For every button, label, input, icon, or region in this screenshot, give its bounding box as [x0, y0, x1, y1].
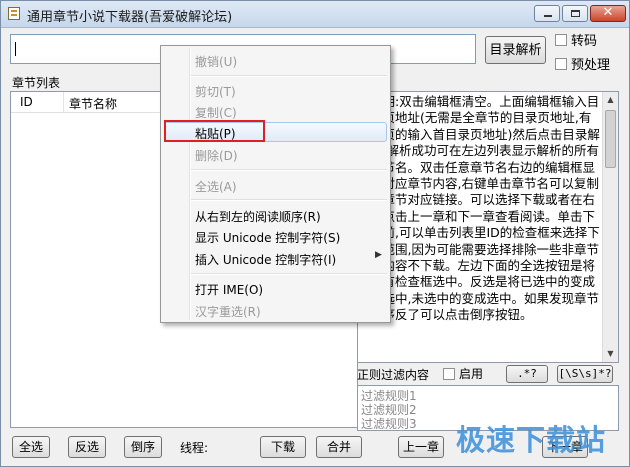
- menu-item-undo[interactable]: 撤销(U): [195, 53, 237, 70]
- menu-item-select-all[interactable]: 全选(A): [195, 178, 237, 195]
- scroll-thumb[interactable]: [605, 110, 616, 168]
- menu-item-open-ime[interactable]: 打开 IME(O): [195, 281, 263, 298]
- enable-filter-label: 启用: [459, 367, 484, 381]
- threads-label: 线程:: [180, 441, 209, 455]
- transcode-label: 转码: [571, 34, 598, 49]
- enable-filter-checkbox[interactable]: 启用: [443, 365, 483, 382]
- menu-separator: [191, 273, 387, 275]
- scroll-up-icon[interactable]: ▲: [603, 92, 618, 108]
- preprocess-label: 预处理: [571, 58, 611, 73]
- close-button[interactable]: ✕: [590, 5, 626, 22]
- prev-chapter-button[interactable]: 上一章: [398, 436, 444, 458]
- maximize-icon: [571, 10, 580, 17]
- regex-filter-label: 正则过滤内容: [357, 368, 430, 382]
- window-title: 通用章节小说下载器(吾爱破解论坛): [27, 10, 233, 25]
- site-watermark: 极速下载站: [456, 423, 607, 457]
- menu-item-cut[interactable]: 剪切(T): [195, 83, 236, 100]
- menu-icon-strip: [189, 48, 191, 320]
- menu-item-copy[interactable]: 复制(C): [195, 104, 237, 121]
- enable-filter-checkbox-box[interactable]: [443, 367, 455, 380]
- close-icon: ✕: [602, 5, 614, 20]
- scroll-down-icon[interactable]: ▼: [603, 346, 618, 362]
- title-bar[interactable]: 通用章节小说下载器(吾爱破解论坛) ✕: [1, 1, 629, 28]
- merge-button[interactable]: 合并: [316, 436, 362, 458]
- transcode-checkbox[interactable]: 转码: [555, 30, 597, 49]
- menu-separator: [191, 75, 387, 77]
- regex-space-button[interactable]: [\S\s]*?: [557, 365, 613, 383]
- minimize-icon: [544, 15, 552, 17]
- download-button[interactable]: 下载: [260, 436, 306, 458]
- minimize-button[interactable]: [534, 5, 560, 22]
- column-separator[interactable]: [63, 92, 64, 112]
- help-text: 说明:双击编辑框清空。上面编辑框输入目录页地址(无需是全章节的目录页地址,有翻页…: [370, 94, 600, 323]
- maximize-button[interactable]: [562, 5, 588, 22]
- regex-any-button[interactable]: .*?: [506, 365, 548, 383]
- menu-item-rtl-reading-order[interactable]: 从右到左的阅读顺序(R): [195, 208, 321, 225]
- menu-separator: [191, 169, 387, 171]
- text-caret: [15, 42, 16, 56]
- column-header-chapter-name[interactable]: 章节名称: [69, 95, 117, 112]
- app-window: 通用章节小说下载器(吾爱破解论坛) ✕ 目录解析 转码 预处理 章节列表 ID …: [0, 0, 630, 467]
- content-textbox[interactable]: 说明:双击编辑框清空。上面编辑框输入目录页地址(无需是全章节的目录页地址,有翻页…: [357, 91, 619, 363]
- preprocess-checkbox[interactable]: 预处理: [555, 54, 610, 73]
- paste-annotation-frame: [164, 120, 265, 142]
- parse-catalog-button[interactable]: 目录解析: [485, 36, 546, 64]
- preprocess-checkbox-box[interactable]: [555, 57, 567, 70]
- chapter-list-label: 章节列表: [12, 76, 61, 90]
- menu-item-show-unicode-control[interactable]: 显示 Unicode 控制字符(S): [195, 229, 340, 246]
- menu-item-insert-unicode-control[interactable]: 插入 Unicode 控制字符(I): [195, 251, 336, 268]
- menu-separator: [191, 199, 387, 201]
- filter-rule-3: 过滤规则3: [361, 417, 417, 431]
- app-book-icon: [8, 7, 20, 20]
- content-scrollbar[interactable]: ▲ ▼: [602, 92, 618, 362]
- column-header-id[interactable]: ID: [20, 95, 33, 109]
- reverse-order-button[interactable]: 倒序: [124, 436, 162, 458]
- context-menu: 撤销(U) 剪切(T) 复制(C) 粘贴(P) 删除(D) 全选(A) 从右到左…: [160, 45, 391, 323]
- transcode-checkbox-box[interactable]: [555, 33, 567, 46]
- menu-item-delete[interactable]: 删除(D): [195, 147, 238, 164]
- select-all-button[interactable]: 全选: [12, 436, 50, 458]
- invert-select-button[interactable]: 反选: [68, 436, 106, 458]
- submenu-arrow-icon: ▶: [375, 250, 382, 260]
- menu-item-reconvert[interactable]: 汉字重选(R): [195, 303, 261, 320]
